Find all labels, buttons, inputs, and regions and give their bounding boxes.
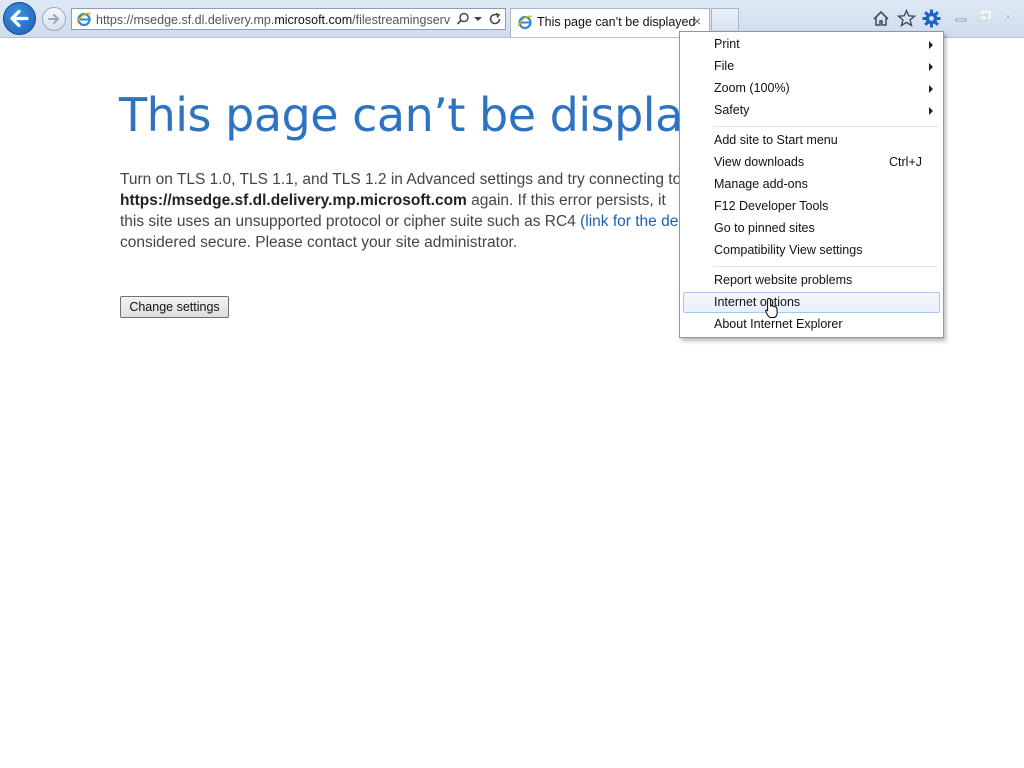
tools-menu: Print File Zoom (100%) Safety Add site t…	[679, 31, 944, 338]
favorites-star-icon[interactable]	[897, 9, 916, 27]
menu-item-report-website-problems[interactable]: Report website problems	[683, 270, 940, 291]
tab-title: This page can’t be displayed	[537, 15, 696, 29]
menu-item-label: About Internet Explorer	[714, 317, 843, 331]
body-line-3-text: this site uses an unsupported protocol o…	[120, 213, 581, 230]
url-host: microsoft.com	[274, 13, 353, 27]
menu-item-go-to-pinned-sites[interactable]: Go to pinned sites	[683, 218, 940, 239]
forward-button[interactable]	[42, 7, 66, 31]
menu-item-safety[interactable]: Safety	[683, 100, 940, 121]
restore-icon[interactable]	[978, 11, 992, 23]
menu-item-file[interactable]: File	[683, 56, 940, 77]
blocked-url: https://msedge.sf.dl.delivery.mp.microso…	[120, 192, 467, 209]
menu-item-label: View downloads	[714, 155, 805, 169]
menu-item-f12-developer-tools[interactable]: F12 Developer Tools	[683, 196, 940, 217]
menu-item-manage-add-ons[interactable]: Manage add-ons	[683, 174, 940, 195]
submenu-arrow-icon	[929, 107, 933, 115]
address-url[interactable]: https://msedge.sf.dl.delivery.mp.microso…	[96, 12, 451, 28]
menu-item-label: Manage add-ons	[714, 177, 808, 191]
chevron-down-icon[interactable]	[474, 15, 482, 23]
page-title: This page can’t be displayed	[119, 88, 767, 142]
address-bar[interactable]: https://msedge.sf.dl.delivery.mp.microso…	[71, 8, 506, 30]
ie-logo-icon	[517, 15, 532, 30]
search-icon[interactable]	[456, 12, 470, 26]
submenu-arrow-icon	[929, 41, 933, 49]
submenu-arrow-icon	[929, 63, 933, 71]
url-suffix: /filestreamingservic	[352, 13, 451, 27]
minimize-icon[interactable]	[955, 12, 967, 22]
new-tab-button[interactable]	[711, 8, 739, 30]
forward-arrow-icon	[48, 14, 60, 24]
menu-item-label: Report website problems	[714, 273, 853, 287]
gear-icon[interactable]	[922, 9, 941, 28]
back-button[interactable]	[3, 2, 36, 35]
menu-item-internet-options[interactable]: Internet options	[683, 292, 940, 313]
tab-close-button[interactable]: ×	[693, 13, 701, 29]
menu-item-label: F12 Developer Tools	[714, 199, 829, 213]
menu-item-label: Go to pinned sites	[714, 221, 815, 235]
ie-logo-icon	[76, 12, 91, 27]
menu-item-view-downloads[interactable]: View downloads Ctrl+J	[683, 152, 940, 173]
details-link[interactable]: (link for the de	[580, 213, 678, 230]
menu-item-print[interactable]: Print	[683, 34, 940, 55]
url-prefix: https://msedge.sf.dl.delivery.mp.	[96, 13, 275, 27]
menu-item-label: File	[714, 59, 735, 73]
menu-item-add-site-to-start[interactable]: Add site to Start menu	[683, 130, 940, 151]
back-arrow-icon	[10, 9, 29, 28]
menu-item-shortcut: Ctrl+J	[889, 155, 922, 169]
body-line-2-rest: again. If this error persists, it	[466, 192, 666, 209]
menu-item-label: Safety	[714, 103, 750, 117]
menu-item-zoom[interactable]: Zoom (100%)	[683, 78, 940, 99]
submenu-arrow-icon	[929, 85, 933, 93]
menu-separator	[713, 126, 938, 127]
menu-item-label: Print	[714, 37, 740, 51]
menu-separator	[713, 266, 938, 267]
menu-item-label: Zoom (100%)	[714, 81, 790, 95]
menu-item-compatibility-view-settings[interactable]: Compatibility View settings	[683, 240, 940, 261]
home-icon[interactable]	[872, 10, 890, 27]
menu-item-label: Internet options	[714, 295, 801, 309]
change-settings-button[interactable]: Change settings	[120, 296, 229, 318]
menu-item-label: Add site to Start menu	[714, 133, 838, 147]
mouse-pointer-icon	[765, 297, 778, 318]
refresh-icon[interactable]	[488, 12, 502, 26]
menu-item-label: Compatibility View settings	[714, 243, 863, 257]
menu-item-about-internet-explorer[interactable]: About Internet Explorer	[683, 314, 940, 335]
close-icon[interactable]	[1001, 10, 1015, 24]
